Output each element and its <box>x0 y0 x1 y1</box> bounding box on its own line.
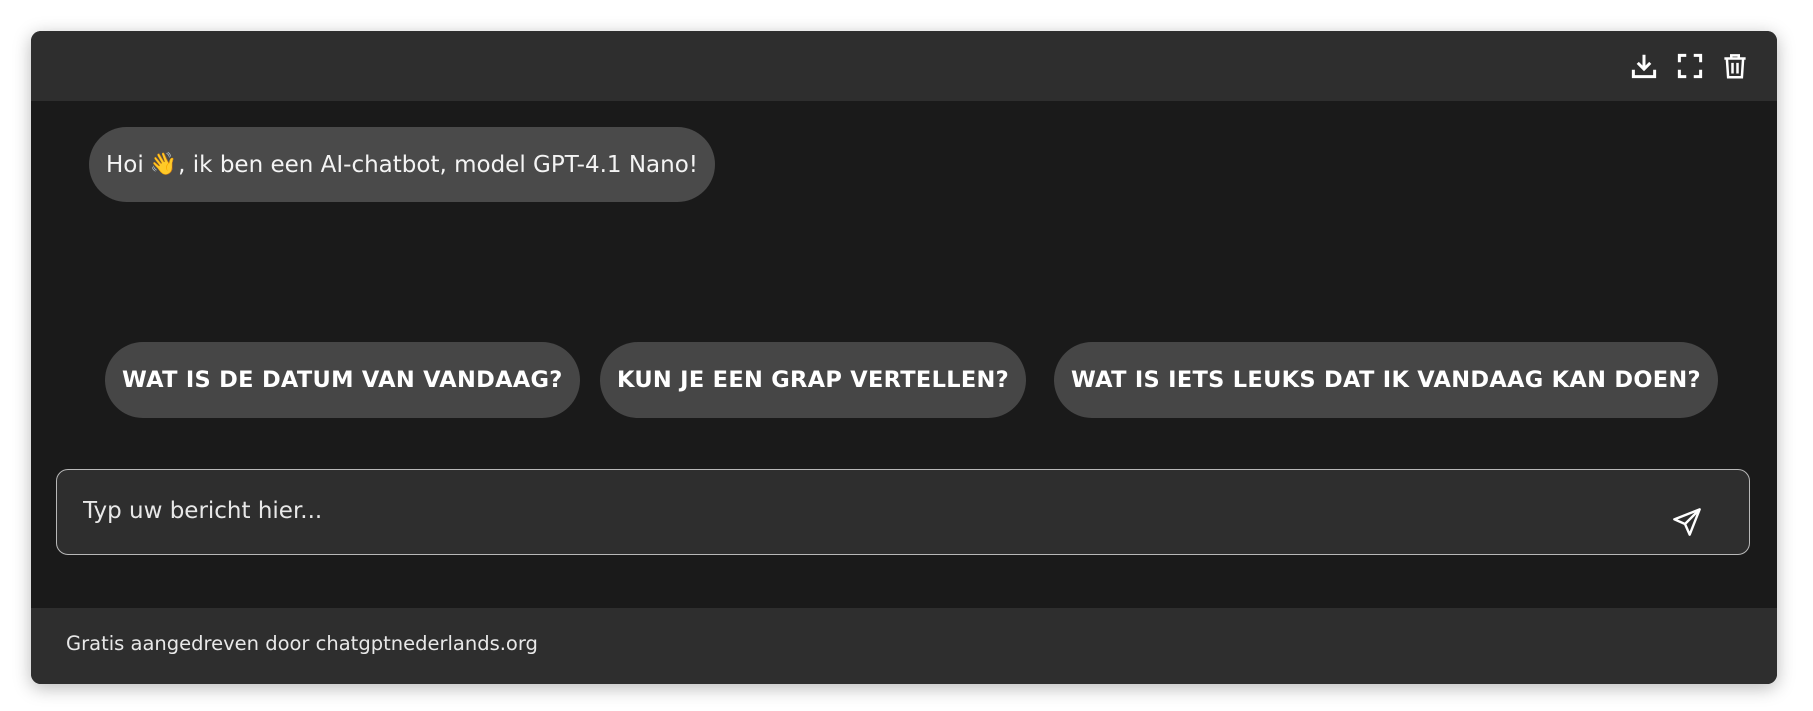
greeting-text-prefix: Hoi <box>106 151 144 178</box>
waving-hand-emoji: 👋 <box>149 152 178 177</box>
suggestion-button-joke[interactable]: KUN JE EEN GRAP VERTELLEN? <box>600 342 1027 418</box>
trash-icon[interactable] <box>1718 49 1752 83</box>
bot-greeting-message: Hoi 👋 , ik ben een AI-chatbot, model GPT… <box>89 127 716 202</box>
fullscreen-icon[interactable] <box>1673 49 1707 83</box>
suggestion-button-date[interactable]: WAT IS DE DATUM VAN VANDAAG? <box>105 342 580 418</box>
download-icon[interactable] <box>1627 49 1661 83</box>
chat-toolbar <box>31 31 1777 101</box>
greeting-text-suffix: , ik ben een AI-chatbot, model GPT-4.1 N… <box>178 151 699 178</box>
suggestion-button-fun-activity[interactable]: WAT IS IETS LEUKS DAT IK VANDAAG KAN DOE… <box>1054 342 1718 418</box>
chat-widget: Hoi 👋 , ik ben een AI-chatbot, model GPT… <box>31 31 1777 684</box>
powered-by-text: Gratis aangedreven door chatgptnederland… <box>66 632 538 655</box>
send-icon[interactable] <box>1671 506 1703 538</box>
footer: Gratis aangedreven door chatgptnederland… <box>31 608 1777 684</box>
message-input-box <box>56 469 1750 555</box>
message-input[interactable] <box>81 490 1645 532</box>
